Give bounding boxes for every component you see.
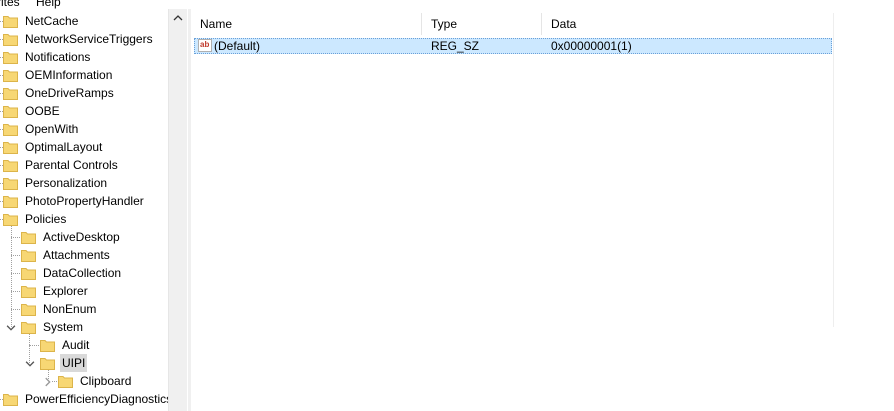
tree-connector [0,399,3,400]
tree-connector [0,129,3,130]
menu-favorites[interactable]: rites [0,0,20,9]
scroll-up-button[interactable] [169,9,187,27]
tree-connector [11,309,20,310]
tree-connector [0,165,3,166]
folder-icon [21,232,36,244]
tree-connector [0,75,3,76]
svg-text:ab: ab [200,40,209,49]
chevron-up-icon [173,15,183,21]
tree-connector [11,237,20,238]
tree-connector [11,291,20,292]
reg-string-icon: ab [198,39,212,55]
column-edge [833,13,834,327]
folder-icon [21,322,36,334]
tree-item-label: UIPI [60,354,88,372]
tree-scrollbar[interactable] [168,9,187,411]
tree-item-label: Attachments [43,248,110,262]
folder-icon [3,214,18,226]
tree-connector [11,273,20,274]
tree-item-label: System [43,320,84,334]
folder-icon [21,268,36,280]
tree-item-label: NonEnum [43,302,97,316]
tree-connector [0,93,3,94]
tree-item-label: PhotoPropertyHandler [25,194,144,208]
tree-connector [0,219,3,220]
tree-connector [0,57,3,58]
column-header-name[interactable]: Name [191,13,422,35]
folder-icon [3,106,18,118]
tree-item-label: Notifications [25,50,91,64]
tree-item-label: ActiveDesktop [43,230,120,244]
registry-values-list[interactable]: Name Type Data ab (Default) REG_SZ 0x000… [191,9,894,411]
tree-item-label: Clipboard [80,374,132,388]
tree-connector [11,255,20,256]
folder-icon [21,286,36,298]
tree-item-label: Audit [62,338,90,352]
folder-icon [3,88,18,100]
column-header-type[interactable]: Type [422,13,542,35]
tree-item-label: PowerEfficiencyDiagnostics [25,392,173,406]
tree-connector [0,111,3,112]
tree-item-label: NetworkServiceTriggers [25,32,153,46]
folder-icon [3,196,18,208]
folder-icon [3,16,18,28]
folder-icon [3,52,18,64]
value-name: (Default) [214,39,261,53]
tree-connector [52,381,57,382]
folder-icon [40,358,55,370]
folder-icon [3,394,18,406]
tree-item-label: NetCache [25,14,79,28]
column-header-data[interactable]: Data [542,13,834,35]
folder-icon [21,250,36,262]
chevron-down-icon[interactable] [25,359,35,369]
folder-icon [3,178,18,190]
folder-icon [3,142,18,154]
folder-icon [3,70,18,82]
tree-connector [0,21,3,22]
tree-item-label: Policies [25,212,67,226]
folder-icon [21,304,36,316]
registry-key-tree[interactable]: NetCache NetworkServiceTriggers Notificati… [0,9,186,411]
tree-item-label: Personalization [25,176,108,190]
tree-item-label: DataCollection [43,266,122,280]
value-data: 0x00000001(1) [551,39,632,53]
tree-item-label: OneDriveRamps [25,86,114,100]
tree-item-label: OOBE [25,104,60,118]
tree-connector [0,147,3,148]
tree-connector [0,201,3,202]
tree-item-label: Parental Controls [25,158,118,172]
list-item[interactable]: ab (Default) REG_SZ 0x00000001(1) [194,38,832,54]
value-type: REG_SZ [431,39,480,53]
folder-icon [58,376,73,388]
tree-item-label: Explorer [43,284,88,298]
folder-icon [3,34,18,46]
menu-bar: rites Help [0,0,894,9]
menu-help[interactable]: Help [36,0,61,9]
folder-icon [3,124,18,136]
tree-item-label: OpenWith [25,122,79,136]
tree-connector [29,345,39,346]
tree-item-label: OptimalLayout [25,140,103,154]
folder-icon [3,160,18,172]
tree-connector [0,183,3,184]
tree-connector [29,334,30,363]
tree-connector [0,39,3,40]
folder-icon [40,340,55,352]
tree-item-label: OEMInformation [25,68,113,82]
tree-connector [11,226,12,327]
tree-connector [48,370,49,381]
